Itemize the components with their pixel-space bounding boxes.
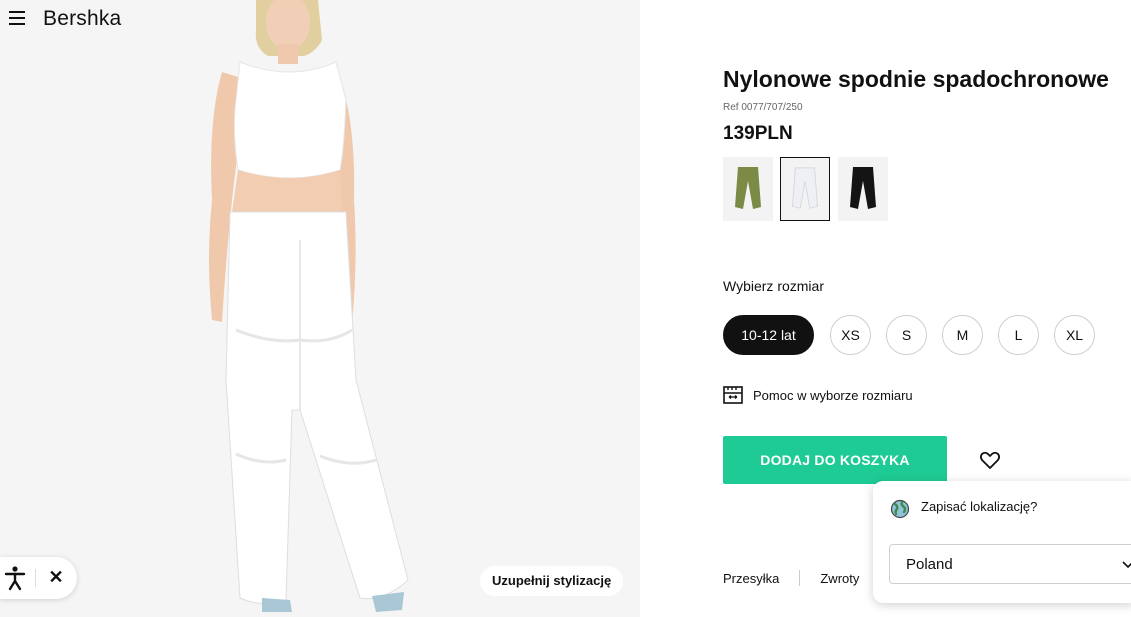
size-option-m[interactable]: M — [942, 315, 983, 355]
product-price: 139PLN — [723, 123, 793, 144]
ruler-icon — [723, 386, 743, 404]
divider — [799, 570, 801, 586]
shipping-link[interactable]: Przesyłka — [723, 571, 779, 586]
size-help-link[interactable]: Pomoc w wyborze rozmiaru — [723, 385, 913, 405]
pants-thumbnail-icon — [735, 167, 761, 209]
complete-look-button[interactable]: Uzupełnij stylizację — [480, 566, 624, 596]
info-links: Przesyłka Zwroty — [723, 569, 859, 587]
hamburger-menu-icon[interactable] — [9, 11, 25, 25]
country-select[interactable]: Poland — [889, 544, 1131, 584]
returns-link[interactable]: Zwroty — [820, 571, 859, 586]
brand-logo[interactable]: Bershka — [43, 7, 121, 31]
country-value: Poland — [906, 556, 953, 573]
color-swatch-khaki[interactable] — [723, 157, 773, 221]
add-to-cart-button[interactable]: DODAJ DO KOSZYKA — [723, 436, 947, 484]
size-option-s[interactable]: S — [886, 315, 927, 355]
divider — [35, 569, 36, 587]
product-title: Nylonowe spodnie spadochronowe — [723, 66, 1109, 92]
heart-icon[interactable] — [979, 449, 1001, 471]
close-icon[interactable]: ✕ — [47, 567, 65, 587]
chevron-down-icon — [1122, 561, 1131, 569]
size-option-10-12[interactable]: 10-12 lat — [723, 315, 814, 355]
accessibility-icon[interactable] — [4, 565, 26, 591]
size-option-l[interactable]: L — [998, 315, 1039, 355]
accessibility-widget: ✕ — [0, 557, 77, 599]
color-swatch-black[interactable] — [838, 157, 888, 221]
location-popup: Zapisać lokalizację? Poland — [873, 481, 1131, 603]
model-photo — [0, 0, 640, 617]
size-option-xs[interactable]: XS — [830, 315, 871, 355]
product-ref: Ref 0077/707/250 — [723, 102, 803, 113]
location-question: Zapisać lokalizację? — [921, 499, 1038, 514]
pants-thumbnail-icon — [792, 167, 818, 209]
size-help-text: Pomoc w wyborze rozmiaru — [753, 387, 913, 403]
size-option-xl[interactable]: XL — [1054, 315, 1095, 355]
size-label: Wybierz rozmiar — [723, 278, 824, 294]
product-image[interactable] — [0, 0, 640, 617]
color-swatch-white[interactable] — [780, 157, 830, 221]
globe-icon — [890, 499, 910, 519]
pants-thumbnail-icon — [850, 167, 876, 209]
